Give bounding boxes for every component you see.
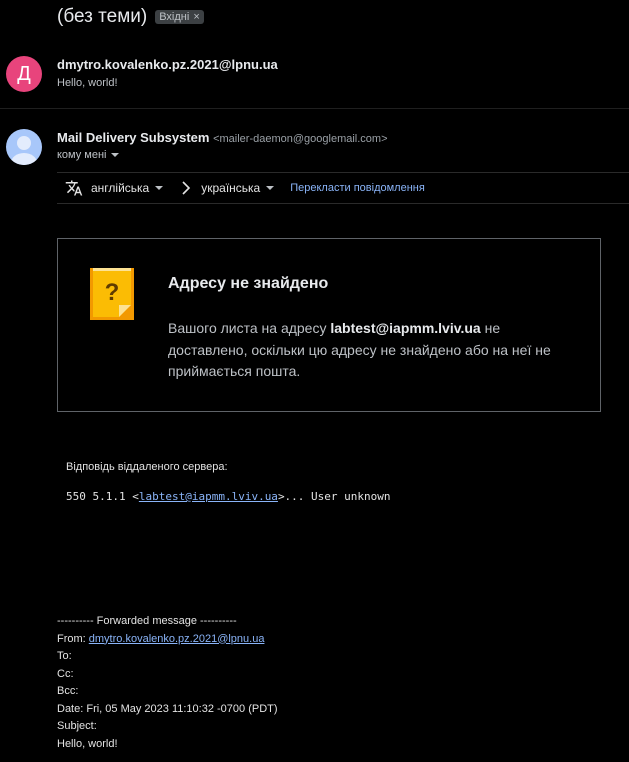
mailer-daemon-avatar[interactable] bbox=[6, 129, 42, 165]
message-divider bbox=[0, 108, 629, 109]
subject-title: (без теми) bbox=[57, 6, 148, 27]
target-language-select[interactable]: українська bbox=[201, 181, 275, 195]
translate-icon bbox=[65, 180, 83, 196]
bounced-address: labtest@iapmm.lviv.ua bbox=[330, 320, 481, 336]
forwarded-message: ---------- Forwarded message ---------- … bbox=[57, 613, 278, 753]
message2-sender[interactable]: Mail Delivery Subsystem <mailer-daemon@g… bbox=[57, 130, 388, 145]
chevron-right-icon bbox=[182, 181, 191, 195]
to-me-label: кому мені bbox=[57, 149, 107, 161]
reply-code-suffix: >... User unknown bbox=[277, 490, 391, 503]
forwarded-date: Date: Fri, 05 May 2023 11:10:32 -0700 (P… bbox=[57, 702, 278, 715]
from-label: From: bbox=[57, 632, 89, 645]
message1-sender[interactable]: dmytro.kovalenko.pz.2021@lpnu.ua bbox=[57, 57, 278, 72]
sender-email: <mailer-daemon@googlemail.com> bbox=[213, 133, 388, 145]
forwarded-from: From: dmytro.kovalenko.pz.2021@lpnu.ua bbox=[57, 631, 278, 649]
bounce-body: Вашого листа на адресу labtest@iapmm.lvi… bbox=[168, 318, 568, 383]
forwarded-body: Hello, world! bbox=[57, 737, 118, 750]
warning-note-icon: ? bbox=[90, 268, 134, 320]
forwarded-header: ---------- Forwarded message ---------- bbox=[57, 615, 237, 627]
bounce-body-prefix: Вашого листа на адресу bbox=[168, 320, 331, 336]
reply-address-link[interactable]: labtest@iapmm.lviv.ua bbox=[139, 490, 278, 503]
chevron-down-icon bbox=[155, 186, 164, 190]
inbox-label-text: Вхідні bbox=[159, 11, 190, 23]
server-reply-label: Відповідь віддаленого сервера: bbox=[66, 461, 228, 473]
forwarded-to: To: bbox=[57, 650, 72, 662]
target-language-label: українська bbox=[201, 181, 261, 195]
server-reply-code: 550 5.1.1 <labtest@iapmm.lviv.ua>... Use… bbox=[66, 490, 391, 503]
recipients-dropdown[interactable]: кому мені bbox=[57, 149, 119, 161]
email-subject: (без теми) Вхідні × bbox=[57, 6, 204, 28]
message1-snippet[interactable]: Hello, world! bbox=[57, 77, 118, 89]
person-icon bbox=[11, 136, 37, 165]
svg-text:?: ? bbox=[105, 279, 120, 306]
source-language-select[interactable]: англійська bbox=[91, 181, 164, 195]
reply-code-prefix: 550 5.1.1 < bbox=[66, 490, 139, 503]
sender-avatar[interactable]: Д bbox=[6, 56, 42, 92]
chevron-down-icon bbox=[110, 153, 119, 157]
translate-bar: англійська українська Перекласти повідом… bbox=[57, 172, 629, 204]
translate-message-link[interactable]: Перекласти повідомлення bbox=[290, 182, 425, 194]
from-address-link[interactable]: dmytro.kovalenko.pz.2021@lpnu.ua bbox=[89, 633, 265, 645]
forwarded-bcc: Bcc: bbox=[57, 685, 79, 697]
forwarded-subject: Subject: bbox=[57, 720, 97, 732]
avatar-letter: Д bbox=[17, 62, 31, 85]
bounce-title: Адресу не знайдено bbox=[168, 275, 329, 292]
inbox-label-chip[interactable]: Вхідні × bbox=[155, 10, 204, 24]
chevron-down-icon bbox=[266, 186, 275, 190]
remove-label-icon[interactable]: × bbox=[193, 11, 199, 23]
sender-name: Mail Delivery Subsystem bbox=[57, 130, 210, 145]
source-language-label: англійська bbox=[91, 181, 150, 195]
forwarded-cc: Cc: bbox=[57, 667, 74, 680]
